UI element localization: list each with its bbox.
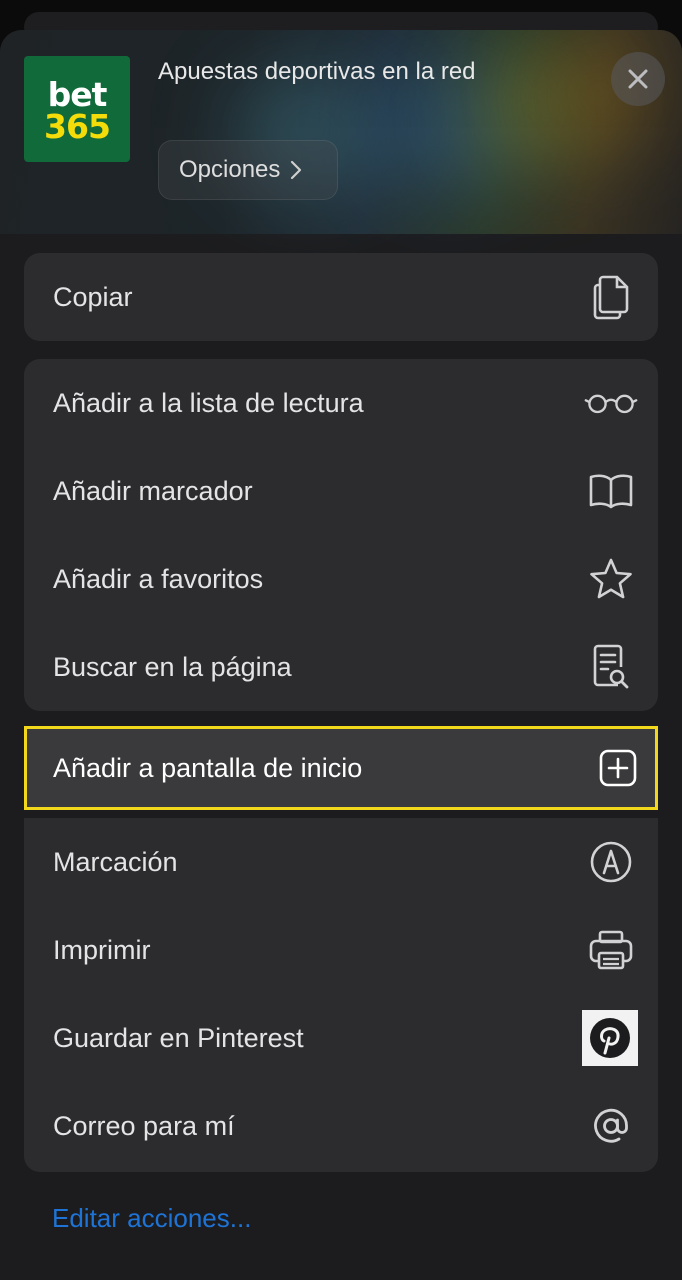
add-to-home-screen-action[interactable]: Añadir a pantalla de inicio	[24, 726, 658, 810]
markup-icon	[584, 835, 638, 889]
mail-to-me-label: Correo para mí	[53, 1110, 235, 1141]
chevron-right-icon	[291, 160, 302, 180]
copy-label: Copiar	[53, 281, 133, 312]
find-in-page-icon	[584, 640, 638, 694]
logo-text-bottom: 365	[44, 107, 111, 146]
print-label: Imprimir	[53, 934, 151, 965]
options-label: Opciones	[179, 156, 281, 183]
reading-list-label: Añadir a la lista de lectura	[53, 387, 364, 418]
mail-to-me-action[interactable]: Correo para mí	[24, 1082, 658, 1170]
action-group-more: Marcación Imprimir Guardar en Pinterest …	[24, 818, 658, 1172]
copy-action[interactable]: Copiar	[24, 253, 658, 341]
add-to-home-screen-label: Añadir a pantalla de inicio	[53, 752, 363, 783]
copy-icon	[584, 270, 638, 324]
share-sheet-header: bet 365 Apuestas deportivas en la red Op…	[0, 30, 682, 234]
share-sheet-screen: bet 365 Apuestas deportivas en la red Op…	[0, 0, 682, 1280]
action-group-copy: Copiar	[24, 253, 658, 341]
favorites-action[interactable]: Añadir a favoritos	[24, 535, 658, 623]
close-button[interactable]	[611, 52, 665, 106]
close-icon	[628, 69, 648, 89]
add-square-icon	[599, 749, 637, 787]
find-in-page-label: Buscar en la página	[53, 651, 292, 682]
pinterest-label: Guardar en Pinterest	[53, 1022, 304, 1053]
book-icon	[584, 464, 638, 518]
options-button[interactable]: Opciones	[158, 140, 338, 200]
pinterest-action[interactable]: Guardar en Pinterest	[24, 994, 658, 1082]
at-sign-icon	[584, 1099, 638, 1153]
markup-label: Marcación	[53, 846, 178, 877]
star-icon	[584, 552, 638, 606]
bookmark-action[interactable]: Añadir marcador	[24, 447, 658, 535]
glasses-icon	[584, 376, 638, 430]
site-logo: bet 365	[24, 56, 130, 162]
find-in-page-action[interactable]: Buscar en la página	[24, 623, 658, 711]
bookmark-label: Añadir marcador	[53, 475, 253, 506]
print-action[interactable]: Imprimir	[24, 906, 658, 994]
action-group-page: Añadir a la lista de lectura Añadir marc…	[24, 359, 658, 711]
reading-list-action[interactable]: Añadir a la lista de lectura	[24, 359, 658, 447]
printer-icon	[584, 923, 638, 977]
edit-actions-link[interactable]: Editar acciones...	[52, 1203, 251, 1234]
markup-action[interactable]: Marcación	[24, 818, 658, 906]
pinterest-icon	[582, 1010, 638, 1066]
page-title: Apuestas deportivas en la red	[158, 58, 476, 85]
favorites-label: Añadir a favoritos	[53, 563, 264, 594]
